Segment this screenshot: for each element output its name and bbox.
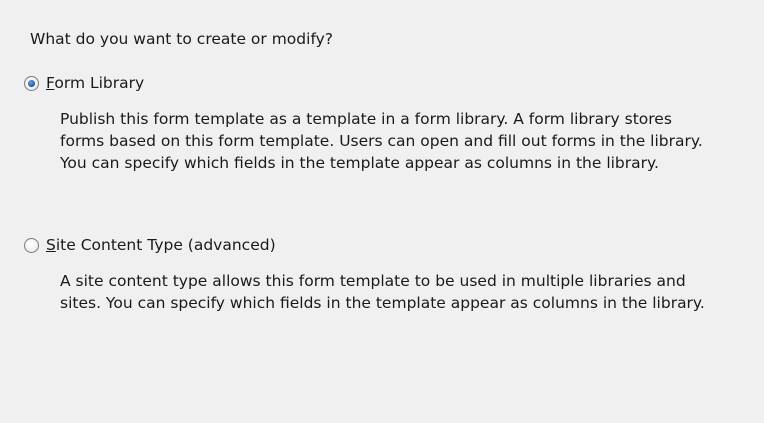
site-content-type-radio[interactable] xyxy=(24,237,39,253)
site-content-type-description: A site content type allows this form tem… xyxy=(60,272,705,312)
publish-options-panel: What do you want to create or modify? Fo… xyxy=(8,14,756,414)
site-content-type-option[interactable]: Site Content Type (advanced) xyxy=(24,236,276,254)
form-library-label[interactable]: Form Library xyxy=(46,74,144,92)
site-content-type-label-text: ite Content Type (advanced) xyxy=(55,236,276,254)
form-library-description: Publish this form template as a template… xyxy=(60,110,703,172)
site-content-type-label[interactable]: Site Content Type (advanced) xyxy=(46,236,276,254)
form-library-radio[interactable] xyxy=(24,75,39,91)
form-library-label-text: orm Library xyxy=(54,74,145,92)
site-content-type-accelerator: S xyxy=(46,236,56,254)
question-text: What do you want to create or modify? xyxy=(30,30,334,48)
form-library-option[interactable]: Form Library xyxy=(24,74,144,92)
